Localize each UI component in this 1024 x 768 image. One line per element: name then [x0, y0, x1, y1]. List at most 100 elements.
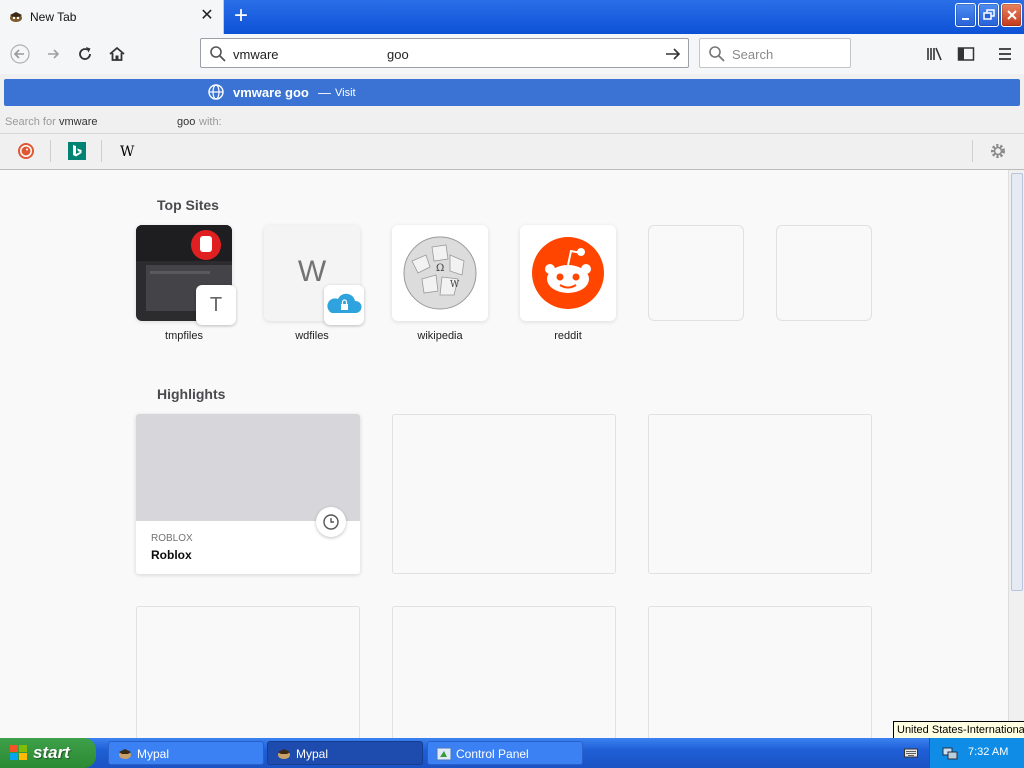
search-icon: [708, 45, 726, 66]
taskbar-item-mypal-active[interactable]: Mypal: [267, 741, 423, 765]
home-button[interactable]: [102, 39, 132, 69]
suggestion-title: vmware goo: [233, 85, 309, 100]
highlights-title: Highlights: [157, 386, 226, 402]
vertical-scrollbar[interactable]: [1008, 170, 1024, 738]
url-input-text-continued[interactable]: goo: [387, 47, 409, 62]
search-for-label: Search for: [5, 116, 56, 128]
mypal-logo-icon: [8, 9, 24, 25]
search-for-query: vmware: [59, 116, 98, 128]
navigation-toolbar: vmware goo Search: [0, 34, 1024, 74]
tray-tooltip: United States-International: [893, 721, 1024, 739]
tab-title: New Tab: [30, 10, 77, 24]
start-button[interactable]: start: [0, 738, 96, 768]
reddit-logo-icon: [520, 225, 616, 321]
minimize-button[interactable]: [955, 3, 976, 27]
clock: 7:32 AM: [968, 746, 1009, 758]
search-icon: [209, 45, 227, 66]
taskbar-item-mypal[interactable]: Mypal: [108, 741, 264, 765]
forward-button[interactable]: [38, 39, 68, 69]
globe-icon: [208, 84, 224, 103]
clock-icon: [316, 507, 346, 537]
home-icon: [109, 46, 125, 61]
taskbar-item-control-panel[interactable]: Control Panel: [427, 741, 583, 765]
engine-divider: [101, 140, 102, 162]
bing-icon[interactable]: [68, 142, 86, 160]
url-input-text[interactable]: vmware: [233, 47, 279, 62]
top-sites-title: Top Sites: [157, 197, 219, 213]
library-button[interactable]: [920, 39, 950, 69]
cloud-lock-icon: [324, 285, 364, 325]
highlight-card-empty: [648, 414, 872, 574]
svg-text:W: W: [120, 144, 135, 160]
back-button[interactable]: [5, 39, 35, 69]
top-site-wikipedia[interactable]: Ω W wikipedia: [392, 225, 488, 345]
restore-button[interactable]: [978, 3, 999, 27]
close-window-button[interactable]: [1001, 3, 1022, 27]
forward-arrow-icon: [48, 49, 60, 59]
new-tab-page: Top Sites T tmpfiles W wdfiles Ω W wikip…: [0, 170, 1008, 738]
wdfiles-letter: W: [297, 255, 327, 288]
wikipedia-icon[interactable]: W: [119, 142, 137, 160]
new-tab-button[interactable]: +: [228, 4, 254, 30]
duckduckgo-icon[interactable]: [17, 142, 35, 160]
search-for-row: Search for vmware goo with:: [0, 110, 1024, 134]
url-bar[interactable]: vmware goo: [200, 38, 689, 68]
suggestion-action: Visit: [335, 87, 356, 99]
top-site-reddit[interactable]: reddit: [520, 225, 616, 345]
engine-divider: [50, 140, 51, 162]
top-site-empty: [648, 225, 744, 345]
sidebar-icon: [957, 47, 975, 61]
search-for-query-continued: goo: [177, 116, 196, 128]
scrollbar-thumb[interactable]: [1011, 173, 1023, 591]
top-site-tmpfiles[interactable]: T tmpfiles: [136, 225, 236, 345]
back-arrow-icon: [10, 44, 30, 64]
tab-strip: New Tab ✕ +: [0, 0, 1024, 34]
search-engines-row: W: [0, 134, 1024, 168]
start-label: start: [33, 743, 70, 762]
tab-new-tab[interactable]: New Tab ✕: [0, 0, 224, 34]
tmpfiles-letter-badge: T: [196, 285, 236, 325]
reload-icon: [79, 47, 91, 60]
wikipedia-globe-icon: Ω W: [392, 225, 488, 321]
svg-text:Ω: Ω: [436, 263, 444, 274]
taskbar-item-label: Mypal: [137, 747, 170, 761]
top-site-wdfiles[interactable]: W wdfiles: [264, 225, 364, 345]
taskbar: start Mypal Mypal Control Panel 7:32 AM: [0, 738, 1024, 768]
empty-tile: [776, 225, 872, 321]
menu-button[interactable]: [990, 39, 1020, 69]
engine-divider: [972, 140, 973, 162]
highlight-card-empty: [392, 606, 616, 738]
highlight-card-empty: [136, 606, 360, 738]
search-placeholder: Search: [732, 47, 774, 62]
svg-text:W: W: [450, 280, 460, 290]
top-site-label: tmpfiles: [165, 330, 203, 342]
suggestion-row-visit[interactable]: vmware goo — Visit: [4, 79, 1020, 106]
system-tray: 7:32 AM: [929, 738, 1024, 768]
search-with-label: with:: [199, 116, 222, 128]
top-site-label: wdfiles: [295, 330, 329, 342]
control-panel-icon: [436, 746, 452, 762]
top-site-label: reddit: [554, 330, 582, 342]
taskbar-item-label: Mypal: [296, 747, 329, 761]
sidebar-button[interactable]: [951, 39, 981, 69]
top-site-label: wikipedia: [417, 330, 463, 342]
highlight-image: [136, 414, 360, 521]
hamburger-menu-icon: [999, 48, 1011, 60]
go-arrow-icon[interactable]: [664, 45, 682, 66]
highlight-card-roblox[interactable]: ROBLOX Roblox: [136, 414, 360, 574]
empty-tile: [648, 225, 744, 321]
top-site-empty: [776, 225, 872, 345]
network-icon[interactable]: [942, 745, 958, 761]
reload-button[interactable]: [70, 39, 100, 69]
gear-icon[interactable]: [989, 142, 1007, 160]
mypal-logo-icon: [276, 746, 292, 762]
highlight-source: ROBLOX: [151, 533, 193, 544]
keyboard-icon[interactable]: [904, 746, 918, 760]
url-suggestion-popup: vmware goo — Visit Search for vmware goo…: [0, 74, 1024, 170]
search-input[interactable]: Search: [699, 38, 851, 68]
taskbar-item-label: Control Panel: [456, 747, 529, 761]
mypal-logo-icon: [117, 746, 133, 762]
tab-close-icon[interactable]: ✕: [198, 7, 216, 25]
highlight-card-empty: [392, 414, 616, 574]
highlight-card-empty: [648, 606, 872, 738]
